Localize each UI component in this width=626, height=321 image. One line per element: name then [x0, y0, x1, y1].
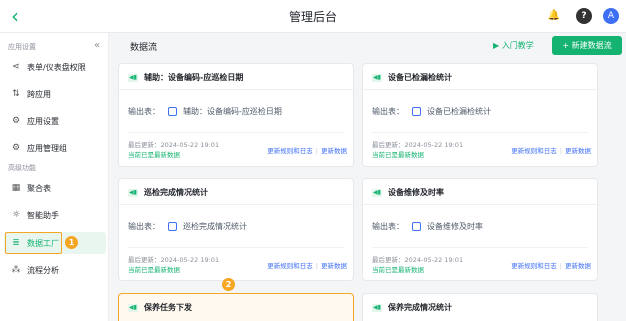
dataflow-card-highlighted[interactable]: ◀▮ 保养任务下发: [118, 293, 354, 321]
sidebar-item-label: 智能助手: [27, 210, 59, 220]
dataflow-card[interactable]: ◀▮ 设备维修及时率 输出表： 设备维修及时率 最后更新：2024-05-22 19…: [362, 178, 598, 281]
annotation-badge-1: 1: [65, 236, 78, 249]
sidebar-item-aggregate-table[interactable]: ▦ 聚合表: [4, 177, 106, 199]
last-updated: 最后更新：2024-05-22 19:01: [128, 141, 220, 149]
output-label: 输出表：: [128, 107, 160, 116]
section-title-advanced: 高级功能: [8, 164, 36, 172]
share-icon: ⋖: [12, 62, 20, 72]
page-title: 数据流: [130, 43, 158, 53]
table-icon: [412, 222, 421, 231]
sidebar-item-label: 跨应用: [27, 89, 51, 99]
sidebar-item-label: 应用设置: [27, 116, 59, 126]
output-label: 输出表：: [372, 107, 404, 116]
sidebar-item-cross-app[interactable]: ⇅ 跨应用: [4, 83, 106, 105]
update-data-link[interactable]: 更新数据: [565, 147, 591, 155]
help-icon[interactable]: ?: [576, 8, 592, 24]
annotation-badge-2: 2: [222, 278, 235, 291]
last-updated: 最后更新：2024-05-22 19:01: [128, 256, 220, 264]
output-table-name[interactable]: 辅助：设备编码-应巡检日期: [183, 106, 282, 117]
sidebar-item-label: 聚合表: [27, 183, 51, 193]
app-title: 管理后台: [288, 10, 337, 24]
status-text: 当前已是最新数据: [128, 266, 180, 274]
gear-group-icon: ⚙: [11, 143, 21, 153]
tutorial-link[interactable]: ▶ 入门教学: [493, 40, 534, 51]
rules-log-link[interactable]: 更新规则和日志: [267, 262, 313, 270]
update-data-link[interactable]: 更新数据: [321, 147, 347, 155]
sidebar-item-flow-analysis[interactable]: ⁂ 流程分析: [4, 259, 106, 281]
bell-icon[interactable]: 🔔: [546, 8, 562, 24]
rules-log-link[interactable]: 更新规则和日志: [267, 147, 313, 155]
table-icon: ▦: [11, 183, 21, 193]
new-dataflow-button[interactable]: + 新建数据流: [552, 36, 622, 55]
dataflow-icon: ◀▮: [372, 73, 382, 82]
section-title-app-settings: 应用设置: [8, 43, 36, 51]
play-icon: ▶: [493, 41, 502, 50]
table-icon: [412, 107, 421, 116]
dataflow-icon: ◀▮: [128, 303, 138, 312]
status-text: 当前已是最新数据: [372, 151, 424, 159]
card-title: 辅助：设备编码-应巡检日期: [144, 73, 244, 82]
status-text: 当前已是最新数据: [128, 151, 180, 159]
card-title: 保养完成情况统计: [388, 303, 452, 312]
dataflow-icon: ◀▮: [372, 303, 382, 312]
card-title: 设备已检漏检统计: [388, 73, 452, 82]
sidebar-item-form-permissions[interactable]: ⋖ 表单/仪表盘权限: [4, 56, 106, 78]
card-title: 巡检完成情况统计: [144, 188, 208, 197]
dataflow-icon: ◀▮: [372, 188, 382, 197]
annotation-highlight-box: [5, 232, 62, 254]
card-title: 保养任务下发: [144, 303, 192, 312]
dataflow-card[interactable]: ◀▮ 巡检完成情况统计 输出表： 巡检完成情况统计 最后更新：2024-05-22 …: [118, 178, 354, 281]
collapse-sidebar-icon[interactable]: «: [94, 40, 100, 51]
output-table-name[interactable]: 设备维修及时率: [427, 221, 483, 232]
sidebar-item-app-admin-group[interactable]: ⚙ 应用管理组: [4, 137, 106, 159]
table-icon: [168, 107, 177, 116]
cross-app-icon: ⇅: [12, 89, 20, 99]
sidebar-item-smart-assistant[interactable]: ☼ 智能助手: [4, 204, 106, 226]
dataflow-icon: ◀▮: [128, 73, 138, 82]
output-table-name[interactable]: 巡检完成情况统计: [183, 221, 247, 232]
sidebar-item-app-settings[interactable]: ⚙ 应用设置: [4, 110, 106, 132]
status-text: 当前已是最新数据: [372, 266, 424, 274]
sidebar-item-label: 表单/仪表盘权限: [27, 62, 86, 72]
top-bar: ‹ 管理后台 🔔 ? A: [0, 0, 626, 33]
rules-log-link[interactable]: 更新规则和日志: [511, 147, 557, 155]
dataflow-card[interactable]: ◀▮ 设备已检漏检统计 输出表： 设备已检漏检统计 最后更新：2024-05-22 …: [362, 63, 598, 167]
update-data-link[interactable]: 更新数据: [565, 262, 591, 270]
output-label: 输出表：: [372, 222, 404, 231]
dataflow-icon: ◀▮: [128, 188, 138, 197]
gear-icon: ⚙: [11, 116, 21, 126]
last-updated: 最后更新：2024-05-22 19:01: [372, 141, 464, 149]
dataflow-card[interactable]: ◀▮ 保养完成情况统计: [362, 293, 598, 321]
update-data-link[interactable]: 更新数据: [321, 262, 347, 270]
bulb-icon: ☼: [11, 210, 21, 220]
card-title: 设备维修及时率: [388, 188, 444, 197]
sidebar-item-label: 应用管理组: [27, 143, 67, 153]
output-label: 输出表：: [128, 222, 160, 231]
table-icon: [168, 222, 177, 231]
output-table-name[interactable]: 设备已检漏检统计: [427, 106, 491, 117]
rules-log-link[interactable]: 更新规则和日志: [511, 262, 557, 270]
last-updated: 最后更新：2024-05-22 19:01: [372, 256, 464, 264]
sidebar-item-label: 流程分析: [27, 265, 59, 275]
dataflow-card[interactable]: ◀▮ 辅助：设备编码-应巡检日期 输出表： 辅助：设备编码-应巡检日期 最后更新：2…: [118, 63, 354, 167]
avatar[interactable]: A: [603, 8, 619, 24]
flow-icon: ⁂: [11, 265, 21, 275]
